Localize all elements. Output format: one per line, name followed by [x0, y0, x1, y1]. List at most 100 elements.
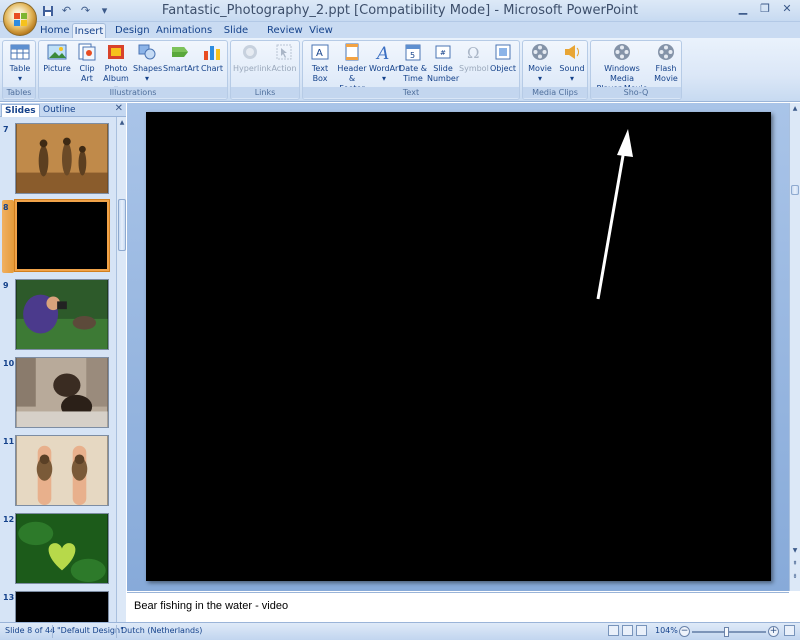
slide-thumbnail-12[interactable]: [15, 513, 109, 584]
speaker-icon: [565, 45, 579, 59]
group-media-clips: Movie ▾ Sound ▾ Media Clips: [522, 40, 588, 100]
zoom-level[interactable]: 104%: [655, 626, 678, 635]
tab-view[interactable]: View: [309, 23, 333, 39]
group-caption: Tables: [3, 87, 35, 98]
chart-icon: [204, 46, 220, 60]
office-button[interactable]: [3, 2, 37, 36]
smartart-button[interactable]: SmartArt: [163, 43, 199, 74]
scroll-thumb[interactable]: [118, 199, 126, 251]
tab-home[interactable]: Home: [40, 23, 70, 39]
street-image: [16, 358, 108, 427]
hyperlink-button[interactable]: Hyperlink: [233, 43, 271, 74]
shapes-icon: [138, 44, 156, 60]
scroll-up-icon[interactable]: ▲: [118, 118, 126, 128]
tab-outline[interactable]: Outline: [40, 104, 79, 117]
group-links: Hyperlink Action Links: [230, 40, 300, 100]
date-time-button[interactable]: 5 Date & Time: [399, 43, 427, 84]
zoom-in-icon[interactable]: +: [768, 626, 779, 637]
zoom-out-icon[interactable]: −: [679, 626, 690, 637]
slide-number-icon: #: [435, 45, 451, 59]
shapes-button[interactable]: Shapes ▾: [133, 43, 162, 84]
notes-text[interactable]: Bear fishing in the water - video: [134, 600, 288, 612]
symbol-button[interactable]: Ω Symbol: [459, 43, 489, 74]
slide-thumbnail-10[interactable]: [15, 357, 109, 428]
slides-scrollbar[interactable]: ▲: [116, 117, 126, 623]
slide-indicator: Slide 8 of 44: [5, 626, 56, 635]
picture-button[interactable]: Picture: [42, 43, 72, 74]
slide-thumbnail-11[interactable]: [15, 435, 109, 506]
normal-view-icon[interactable]: [608, 625, 619, 636]
photographer-image: [16, 280, 108, 349]
zoom-slider-knob[interactable]: [724, 627, 729, 637]
group-tables: Table ▾ Tables: [2, 40, 36, 100]
sound-button[interactable]: Sound ▾: [557, 43, 587, 84]
film-reel-icon: [658, 44, 674, 60]
tab-design[interactable]: Design: [115, 23, 150, 39]
slide-thumbnail-8[interactable]: [15, 200, 109, 271]
text-box-button[interactable]: A Text Box: [305, 43, 335, 84]
action-button[interactable]: Action: [269, 43, 299, 74]
slide-thumbnail-7[interactable]: [15, 123, 109, 194]
svg-text:A: A: [375, 44, 389, 61]
wordart-button[interactable]: A WordArt ▾: [369, 43, 401, 84]
slide-canvas[interactable]: [146, 112, 771, 581]
group-text: A TextBox Header& Footer A WordArt▾ 5 Da…: [302, 40, 520, 100]
tab-slide-show[interactable]: Slide Show: [214, 23, 258, 51]
meerkats-image: [16, 124, 108, 193]
chart-button[interactable]: Chart: [199, 43, 225, 74]
scroll-down-icon[interactable]: ▼: [791, 546, 799, 556]
zoom-slider[interactable]: [692, 631, 766, 633]
group-caption: Sho-Q: [591, 87, 681, 98]
scroll-up-icon[interactable]: ▲: [791, 104, 799, 114]
group-caption: Text: [303, 87, 519, 98]
close-pane-icon[interactable]: ✕: [115, 103, 123, 114]
finger-monkeys-image: [16, 436, 108, 505]
divider: [116, 625, 117, 638]
tab-slides[interactable]: Slides: [1, 104, 40, 117]
movie-button[interactable]: Movie ▾: [525, 43, 555, 84]
fit-to-window-icon[interactable]: [784, 625, 795, 636]
window-title: Fantastic_Photography_2.ppt [Compatibili…: [161, 3, 639, 18]
table-icon: [10, 44, 30, 60]
flash-movie-button[interactable]: Flash Movie: [651, 43, 681, 84]
slide-show-icon[interactable]: [636, 625, 647, 636]
calendar-icon: 5: [405, 44, 421, 61]
workspace-scrollbar[interactable]: ▲ ▼ ⇞ ⇟: [789, 103, 800, 591]
table-button[interactable]: Table ▾: [6, 43, 34, 84]
theme-name[interactable]: "Default Design": [57, 626, 124, 635]
restore-icon[interactable]: ❐: [758, 2, 772, 16]
slide-number-button[interactable]: # Slide Number: [427, 43, 459, 84]
tab-insert[interactable]: Insert: [72, 23, 106, 39]
minimize-icon[interactable]: ▁: [736, 2, 750, 16]
omega-icon: Ω: [467, 44, 479, 61]
slides-pane: Slides Outline ✕ 7 8 9 10 11 12 13 ▲: [0, 103, 126, 623]
object-button[interactable]: Object: [489, 43, 517, 74]
close-icon[interactable]: ✕: [780, 2, 794, 16]
tab-review[interactable]: Review: [267, 23, 303, 39]
group-illustrations: Picture ClipArt PhotoAlbum ▾ Shapes▾ Sma…: [38, 40, 228, 100]
hyperlink-icon: [243, 45, 257, 59]
next-slide-icon[interactable]: ⇟: [791, 572, 799, 582]
object-icon: [495, 44, 511, 60]
slide-sorter-icon[interactable]: [622, 625, 633, 636]
svg-text:A: A: [316, 48, 323, 59]
header-footer-icon: [345, 43, 359, 61]
slide-number: 8: [3, 203, 9, 212]
slide-thumbnail-13[interactable]: [15, 591, 109, 623]
title-bar: ↶ ↷ ▾ Fantastic_Photography_2.ppt [Compa…: [0, 0, 800, 22]
wordart-icon: A: [375, 44, 389, 61]
action-icon: [276, 44, 292, 60]
text-box-icon: A: [311, 44, 329, 60]
arrow-shape[interactable]: [146, 112, 771, 581]
clip-art-icon: [78, 43, 96, 61]
scroll-thumb[interactable]: [791, 185, 799, 195]
previous-slide-icon[interactable]: ⇞: [791, 559, 799, 569]
group-caption: Links: [231, 87, 299, 98]
language[interactable]: Dutch (Netherlands): [121, 626, 202, 635]
slide-number: 10: [3, 359, 15, 368]
slide-thumbnail-9[interactable]: [15, 279, 109, 350]
notes-pane[interactable]: Bear fishing in the water - video: [127, 592, 789, 622]
tab-animations[interactable]: Animations: [156, 23, 212, 39]
clip-art-button[interactable]: Clip Art: [75, 43, 99, 84]
slide-number: 9: [3, 281, 9, 290]
